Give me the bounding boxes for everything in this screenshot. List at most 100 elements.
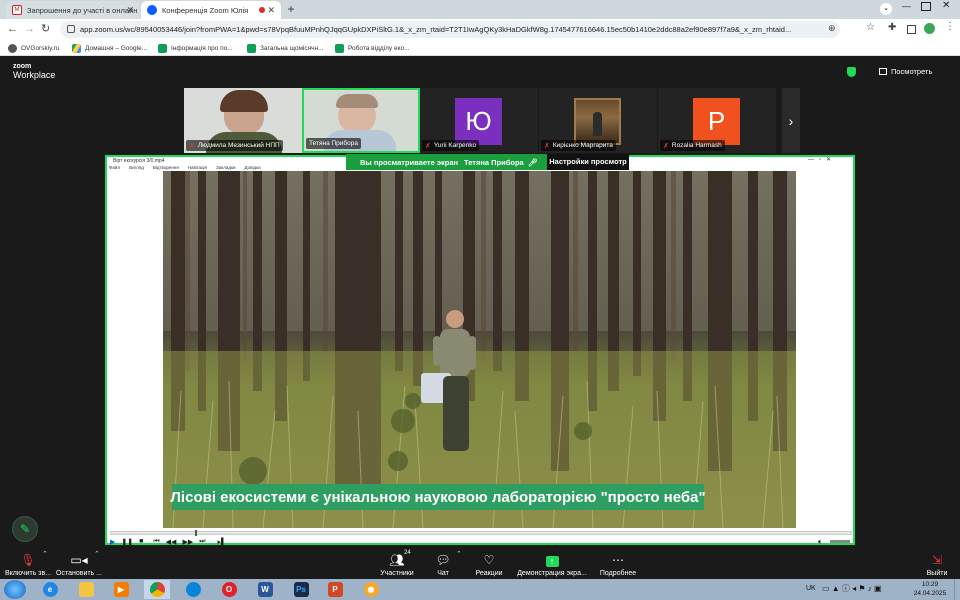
participant-name-tag: ✗ Yurii Karpenko xyxy=(422,140,480,151)
reactions-button[interactable]: ♡ Реакции xyxy=(472,549,506,578)
bookmark-item[interactable]: Робота відділу еко... xyxy=(335,42,410,54)
participant-name: Тетяна Прибора xyxy=(309,140,358,147)
seek-position-marker[interactable] xyxy=(195,530,197,536)
pause-icon[interactable]: ❚❚ xyxy=(121,538,133,546)
player-menu-item[interactable]: Файл xyxy=(109,164,120,171)
clock-date: 24.04.2025 xyxy=(913,590,947,597)
site-info-icon[interactable] xyxy=(67,25,75,33)
minimize-icon[interactable]: — xyxy=(902,1,914,11)
play-icon[interactable]: ▶ xyxy=(110,538,115,546)
tray-icons[interactable]: ▭ ▲ ⓘ ◂ ⚑ ♪ ▣ xyxy=(822,583,882,594)
annotate-pencil-button[interactable]: ✎ xyxy=(12,516,38,542)
tab-title: Запрошення до участі в онлайн xyxy=(27,5,138,15)
close-tab-icon[interactable]: ✕ xyxy=(267,5,275,16)
bookmark-item[interactable]: OVGorskiy.ru xyxy=(8,42,60,54)
participant-avatar: P xyxy=(693,98,740,145)
opera-icon: O xyxy=(221,582,237,597)
chat-icon: 💬︎ xyxy=(435,553,451,567)
taskbar-explorer[interactable] xyxy=(73,580,99,599)
player-menu-item[interactable]: Вигляд xyxy=(129,164,144,171)
chat-button[interactable]: 💬︎ Чат xyxy=(430,549,456,578)
extensions-icon[interactable]: ✚ xyxy=(888,22,896,33)
video-options-caret[interactable]: ⌃ xyxy=(94,550,100,558)
player-seekbar[interactable] xyxy=(110,530,852,536)
caption-text: Лісові екосистеми є унікальною науковою … xyxy=(170,488,706,506)
view-button[interactable]: Посмотреть xyxy=(879,67,932,76)
stop-icon[interactable]: ■ xyxy=(139,538,143,545)
taskbar-app[interactable]: ◉ xyxy=(358,580,384,599)
bookmark-star-icon[interactable]: ☆ xyxy=(866,22,875,33)
taskbar-word[interactable]: W xyxy=(252,580,278,599)
presenter-name: Тетяна Прибора xyxy=(464,157,524,167)
taskbar-opera[interactable]: O xyxy=(216,580,242,599)
start-button[interactable] xyxy=(4,580,26,599)
share-screen-icon: ↑ xyxy=(545,556,559,567)
volume-slider[interactable] xyxy=(830,540,850,543)
participant-name-tag: Тетяна Прибора xyxy=(306,138,361,149)
participant-tile[interactable]: Тетяна Прибора xyxy=(302,88,420,153)
bookmark-item[interactable]: Загальна щомісячн... xyxy=(247,42,324,54)
bookmark-item[interactable]: Інформація про по... xyxy=(158,42,233,54)
tab-list-icon[interactable]: ⌄ xyxy=(880,3,892,15)
player-menu-item[interactable]: Відтворення xyxy=(153,164,179,171)
more-button[interactable]: ⋯ Подробнее xyxy=(598,549,638,578)
profile-avatar[interactable] xyxy=(924,23,935,34)
taskbar-media[interactable]: ▶ xyxy=(108,580,134,599)
taskbar-chrome[interactable] xyxy=(144,580,170,599)
view-label: Посмотреть xyxy=(891,67,933,76)
taskbar-photoshop[interactable]: Ps xyxy=(288,580,314,599)
participant-tile[interactable]: Ю ✗ Yurii Karpenko xyxy=(420,88,538,153)
video-camera-icon: ▭◂ xyxy=(70,553,88,567)
zoom-logo: zoom Workplace xyxy=(13,62,55,80)
player-menu-item[interactable]: Довідка xyxy=(244,164,260,171)
leave-button[interactable]: ⇲ Выйти xyxy=(922,549,952,578)
chat-label: Чат xyxy=(437,570,449,577)
encryption-shield-icon[interactable] xyxy=(847,67,856,77)
taskbar-ie[interactable]: e xyxy=(37,580,63,599)
mic-label: Включить зв... xyxy=(4,570,52,577)
participant-name: Людмила Мезинський НПП xyxy=(197,142,280,149)
browser-menu-icon[interactable]: ⋮ xyxy=(945,21,955,32)
participants-icon: 👥︎ xyxy=(389,553,405,567)
taskbar-powerpoint[interactable]: P xyxy=(322,580,348,599)
reload-icon[interactable]: ↻ xyxy=(41,22,50,35)
forward-icon[interactable]: → xyxy=(24,23,35,35)
install-app-icon[interactable]: ⊕ xyxy=(828,23,836,34)
back-icon[interactable]: ← xyxy=(7,23,18,35)
rewind-icon[interactable]: ◀◀ xyxy=(166,538,177,546)
participant-name-tag: ✗ Rozalia Harmash xyxy=(660,140,725,151)
forward-icon[interactable]: ▶▶ xyxy=(182,538,193,546)
sidebar-icon[interactable] xyxy=(907,25,916,34)
next-participants-button[interactable]: › xyxy=(782,88,800,153)
participant-name-tag: ✗ Кирієнко Маргарита xyxy=(541,140,616,151)
participant-tile[interactable]: ✗ Людмила Мезинський НПП xyxy=(184,88,302,153)
playlist-icon[interactable]: ▸▌ xyxy=(218,538,226,546)
language-indicator[interactable]: UK xyxy=(806,585,816,592)
ie-icon: e xyxy=(42,582,58,597)
url-bar[interactable]: app.zoom.us/wc/89540053446/join?fromPWA=… xyxy=(60,21,840,38)
mic-options-caret[interactable]: ⌃ xyxy=(42,550,48,558)
close-tab-icon[interactable]: ✕ xyxy=(126,5,134,16)
bookmark-label: Домашня – Google... xyxy=(85,44,148,52)
new-tab-button[interactable]: + xyxy=(284,2,298,16)
taskbar-edge[interactable] xyxy=(180,580,206,599)
player-menu-item[interactable]: Навігація xyxy=(188,164,207,171)
video-caption: Лісові екосистеми є унікальною науковою … xyxy=(170,484,706,510)
view-settings-button[interactable]: Настройки просмотр xyxy=(547,154,629,170)
next-icon[interactable]: ⏭ xyxy=(199,538,205,546)
tab-zoom[interactable]: Конференція Zoom Юлія ✕ xyxy=(141,1,281,19)
player-menu-item[interactable]: Закладки xyxy=(216,164,235,171)
chat-options-caret[interactable]: ⌃ xyxy=(456,550,462,558)
maximize-icon[interactable] xyxy=(921,2,931,11)
prev-icon[interactable]: ⏮ xyxy=(153,538,159,546)
close-window-icon[interactable]: ✕ xyxy=(942,0,950,11)
mic-muted-icon: ✗ xyxy=(544,142,550,150)
share-screen-button[interactable]: ↑ Демонстрация экра... xyxy=(516,549,588,577)
show-desktop-button[interactable] xyxy=(954,579,960,600)
participant-tile[interactable]: ✗ Кирієнко Маргарита xyxy=(539,88,657,153)
participant-tile[interactable]: P ✗ Rozalia Harmash xyxy=(658,88,776,153)
bookmark-item[interactable]: Домашня – Google... xyxy=(72,42,147,54)
clock[interactable]: 10:29 24.04.2025 xyxy=(910,580,950,598)
zoom-icon xyxy=(147,5,157,15)
tab-gmail[interactable]: M Запрошення до участі в онлайн ✕ xyxy=(6,1,140,19)
